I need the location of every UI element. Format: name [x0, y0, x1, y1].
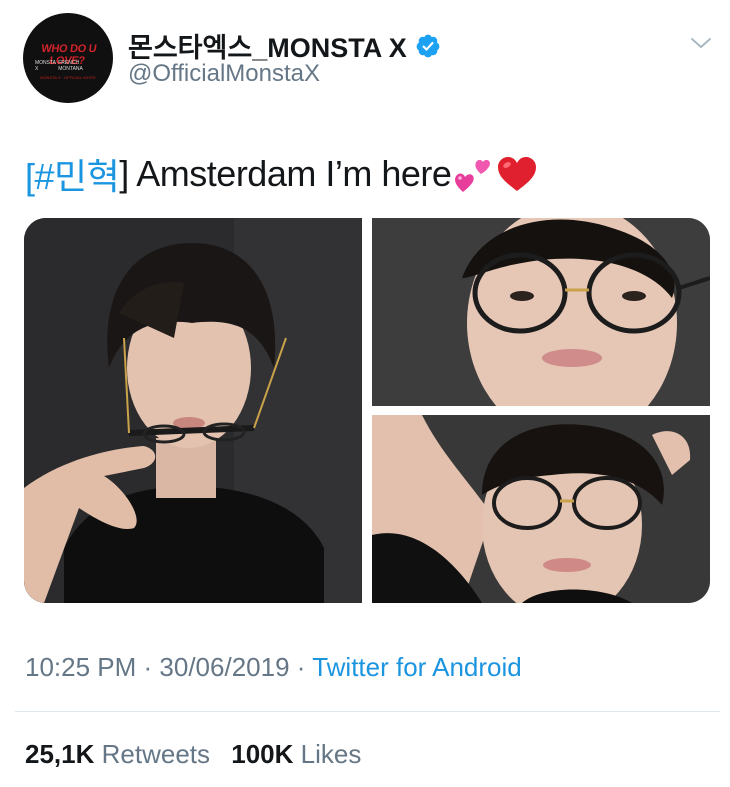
verified-badge-icon [415, 33, 441, 59]
avatar-subtitle-left: MONSTA X [35, 60, 56, 72]
likes-label: Likes [300, 739, 362, 769]
photo-selfie-round-glasses[interactable] [372, 218, 710, 406]
meta-separator-2: · [289, 652, 313, 682]
avatar-subtitle: MONSTA X FRENCH MONTANA [35, 60, 101, 72]
chevron-down-icon[interactable] [688, 30, 714, 56]
divider [15, 711, 720, 712]
media-grid [24, 218, 710, 603]
two-hearts-emoji [451, 152, 495, 196]
tweet-text: [#민혁] Amsterdam I’m here [25, 148, 539, 200]
retweets-label: Retweets [101, 739, 211, 769]
tweet-body: ] Amsterdam I’m here [119, 153, 452, 194]
author-handle[interactable]: @OfficialMonstaX [128, 60, 320, 88]
avatar-footer-text: MONSTA X · OFFICIAL WHITE [40, 75, 96, 80]
avatar-subtitle-right: FRENCH MONTANA [58, 60, 83, 72]
likes-stat[interactable]: 100K Likes [231, 739, 361, 769]
meta-separator: · [136, 652, 160, 682]
likes-count: 100K [231, 739, 294, 769]
red-heart-emoji [495, 152, 539, 196]
photo-selfie-arm-raised[interactable] [372, 415, 710, 603]
hashtag-text: #민혁 [34, 156, 120, 197]
tweet-time[interactable]: 10:25 PM [25, 652, 136, 682]
tweet-source-link[interactable]: Twitter for Android [312, 652, 522, 682]
retweets-stat[interactable]: 25,1K Retweets [25, 739, 210, 769]
photo-selfie-glasses-in-mouth[interactable] [24, 218, 362, 603]
tweet-date[interactable]: 30/06/2019 [159, 652, 289, 682]
avatar[interactable]: WHO DO U LOVE? MONSTA X FRENCH MONTANA M… [23, 13, 113, 103]
retweets-count: 25,1K [25, 739, 95, 769]
tweet-stats: 25,1K Retweets 100K Likes [25, 739, 375, 770]
open-bracket: [ [25, 156, 35, 197]
hashtag-link[interactable]: [#민혁 [25, 148, 120, 200]
tweet-meta: 10:25 PM · 30/06/2019 · Twitter for Andr… [25, 652, 522, 683]
